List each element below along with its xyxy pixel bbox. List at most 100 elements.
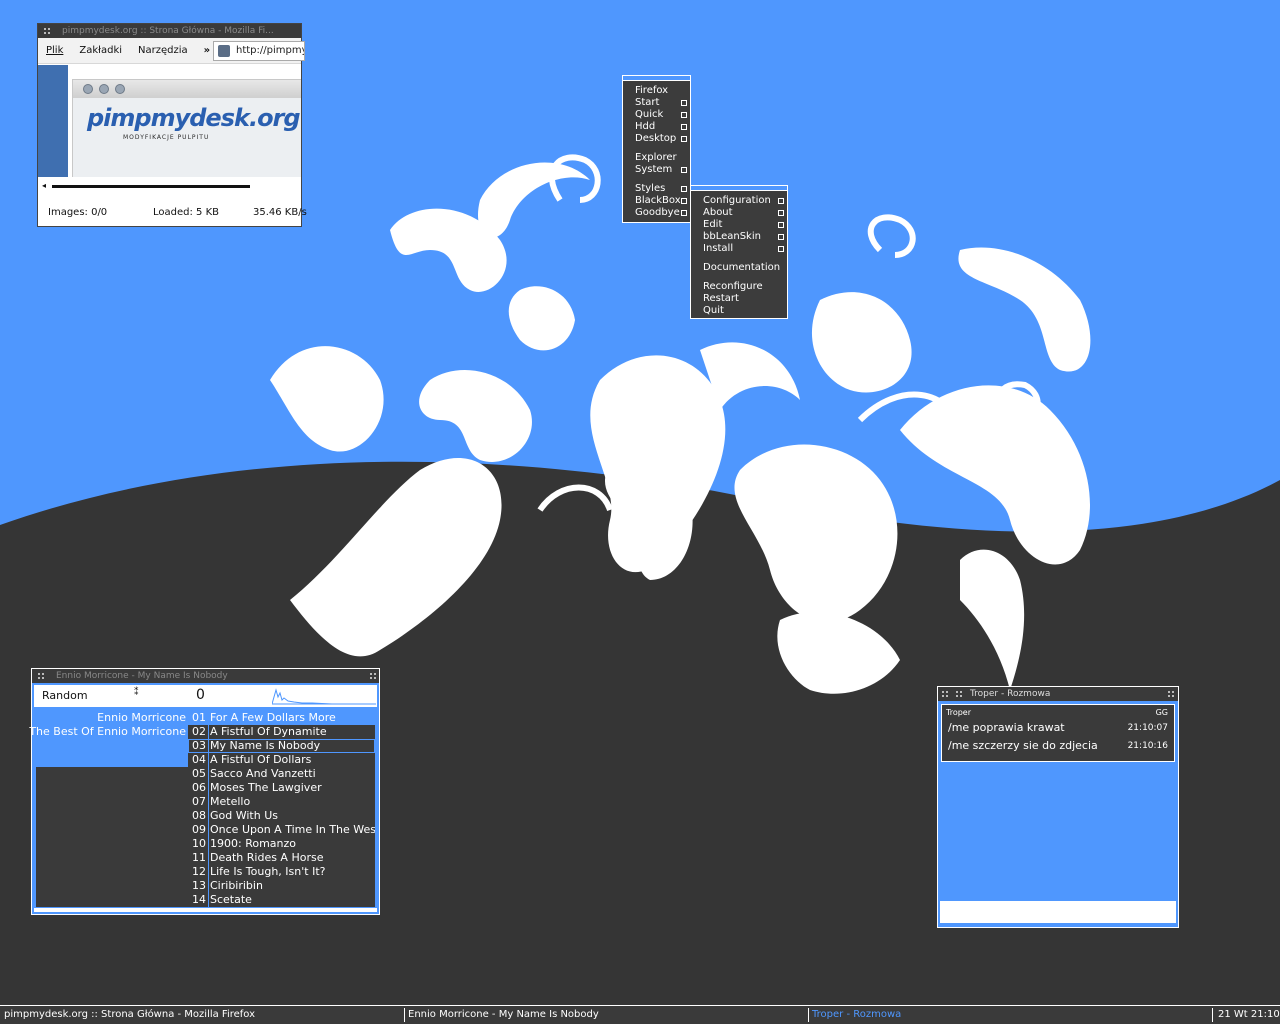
album-item[interactable]: The Best Of Ennio Morricone — [29, 725, 186, 738]
track-title: Ciribiribin — [210, 879, 263, 892]
menu-item-reconfigure[interactable]: Reconfigure — [691, 281, 787, 293]
track-title: 1900: Romanzo — [210, 837, 297, 850]
scroll-left-icon[interactable]: ◂ — [42, 181, 46, 190]
track-row[interactable]: 14 Scetate — [188, 893, 375, 907]
menu-item-label: bbLeanSkin — [703, 231, 761, 242]
menu-item-configuration[interactable]: Configuration — [691, 195, 787, 207]
window-grip-icon[interactable] — [942, 691, 948, 697]
playback-mode-select[interactable]: Random — [42, 689, 88, 702]
url-input[interactable]: http://pimpmy — [213, 41, 305, 61]
track-number: 03 — [192, 739, 206, 752]
player-titlebar[interactable]: Ennio Morricone - My Name Is Nobody — [32, 669, 379, 683]
menu-item-about[interactable]: About — [691, 207, 787, 219]
menu-item-start[interactable]: Start — [623, 97, 690, 109]
preview-button-icon — [99, 84, 109, 94]
menu-item-label: About — [703, 207, 733, 218]
menu-overflow-button[interactable]: » — [204, 45, 210, 56]
track-row[interactable]: 06 Moses The Lawgiver — [188, 781, 375, 795]
track-number: 06 — [192, 781, 206, 794]
track-row[interactable]: 05 Sacco And Vanzetti — [188, 767, 375, 781]
horizontal-scrollbar[interactable]: ◂ — [42, 181, 252, 190]
track-divider — [208, 851, 209, 865]
track-title: Moses The Lawgiver — [210, 781, 322, 794]
window-grip-icon[interactable] — [1168, 691, 1174, 697]
site-icon — [218, 45, 230, 57]
page-preview-window: pimpmydesk.org MODYFIKACJE PULPITU — [72, 79, 301, 177]
menu-item-quick[interactable]: Quick — [623, 109, 690, 121]
submenu-icon — [681, 124, 687, 130]
track-row[interactable]: 01 For A Few Dollars More — [188, 711, 375, 725]
menu-item-desktop[interactable]: Desktop — [623, 133, 690, 145]
track-row[interactable]: 08 God With Us — [188, 809, 375, 823]
submenu-icon — [681, 112, 687, 118]
music-player-window[interactable]: Ennio Morricone - My Name Is Nobody Rand… — [29, 668, 380, 915]
task-player[interactable]: Ennio Morricone - My Name Is Nobody — [408, 1006, 599, 1024]
menu-item-install[interactable]: Install — [691, 243, 787, 255]
menu-zakladki[interactable]: Zakładki — [79, 45, 122, 56]
window-grip-icon[interactable] — [38, 673, 44, 679]
menu-item-edit[interactable]: Edit — [691, 219, 787, 231]
firefox-menubar: Plik Zakładki Narzędzia » http://pimpmy — [38, 38, 305, 64]
track-row[interactable]: 02 A Fistful Of Dynamite — [188, 725, 375, 739]
track-row[interactable]: 07 Metello — [188, 795, 375, 809]
task-chat[interactable]: Troper - Rozmowa — [812, 1006, 901, 1024]
track-divider — [208, 893, 209, 907]
track-row[interactable]: 04 A Fistful Of Dollars — [188, 753, 375, 767]
track-divider — [208, 823, 209, 837]
menu-item-quit[interactable]: Quit — [691, 305, 787, 317]
chat-window[interactable]: Troper - Rozmowa Troper GG /me poprawia … — [937, 686, 1179, 928]
submenu-icon — [778, 246, 784, 252]
window-grip-icon[interactable] — [956, 691, 962, 697]
menu-item-firefox[interactable]: Firefox — [623, 85, 690, 97]
track-row[interactable]: 03 My Name Is Nobody — [188, 739, 375, 753]
track-number: 07 — [192, 795, 206, 808]
artist-item[interactable]: Ennio Morricone — [97, 711, 186, 724]
menu-item-restart[interactable]: Restart — [691, 293, 787, 305]
chat-titlebar[interactable]: Troper - Rozmowa — [938, 687, 1178, 701]
track-row[interactable]: 12 Life Is Tough, Isn't It? — [188, 865, 375, 879]
scroll-thumb[interactable] — [52, 185, 250, 188]
window-grip-icon[interactable] — [370, 673, 376, 679]
menu-item-goodbye[interactable]: Goodbye — [623, 207, 690, 219]
chat-input[interactable] — [940, 901, 1176, 923]
track-number: 09 — [192, 823, 206, 836]
menu-item-hdd[interactable]: Hdd — [623, 121, 690, 133]
track-title: Sacco And Vanzetti — [210, 767, 316, 780]
chat-message: /me szczerzy sie do zdjecia — [948, 739, 1098, 752]
track-divider — [208, 753, 209, 767]
track-row[interactable]: 09 Once Upon A Time In The West — [188, 823, 375, 837]
menu-item-blackbox[interactable]: BlackBox — [623, 195, 690, 207]
preview-chrome — [73, 80, 301, 98]
menu-item-documentation[interactable]: Documentation — [691, 262, 787, 274]
task-firefox[interactable]: pimpmydesk.org :: Strona Główna - Mozill… — [4, 1006, 255, 1024]
track-title: Death Rides A Horse — [210, 851, 324, 864]
track-counter: 0 — [196, 687, 205, 703]
menu-item-label: Quit — [703, 305, 724, 316]
menu-item-label: Install — [703, 243, 734, 254]
track-row[interactable]: 11 Death Rides A Horse — [188, 851, 375, 865]
submenu-icon — [681, 136, 687, 142]
menu-item-styles[interactable]: Styles — [623, 183, 690, 195]
track-row[interactable]: 10 1900: Romanzo — [188, 837, 375, 851]
window-grip-icon[interactable] — [44, 28, 50, 34]
site-logo[interactable]: pimpmydesk.org — [87, 104, 301, 132]
track-row[interactable]: 13 Ciribiribin — [188, 879, 375, 893]
mode-spinner-icon[interactable]: ⁑ — [134, 688, 139, 698]
menu-narzedzia[interactable]: Narzędzia — [138, 45, 188, 56]
menu-item-system[interactable]: System — [623, 164, 690, 176]
track-title: God With Us — [210, 809, 278, 822]
submenu-icon — [681, 186, 687, 192]
submenu-icon — [778, 210, 784, 216]
url-text: http://pimpmy — [236, 45, 305, 56]
menu-plik[interactable]: Plik — [46, 45, 63, 56]
firefox-window[interactable]: pimpmydesk.org :: Strona Główna - Mozill… — [37, 23, 307, 227]
track-title: Metello — [210, 795, 251, 808]
clock[interactable]: 21 Wt 21:10 — [1218, 1006, 1280, 1024]
menu-item-explorer[interactable]: Explorer — [623, 152, 690, 164]
submenu-icon — [681, 198, 687, 204]
menu-item-bbleanskin[interactable]: bbLeanSkin — [691, 231, 787, 243]
taskbar: pimpmydesk.org :: Strona Główna - Mozill… — [0, 1005, 1280, 1024]
track-list: 01 For A Few Dollars More 02 A Fistful Of D… — [188, 711, 375, 907]
firefox-titlebar[interactable]: pimpmydesk.org :: Strona Główna - Mozill… — [38, 24, 301, 38]
chat-timestamp: 21:10:07 — [1127, 723, 1168, 733]
